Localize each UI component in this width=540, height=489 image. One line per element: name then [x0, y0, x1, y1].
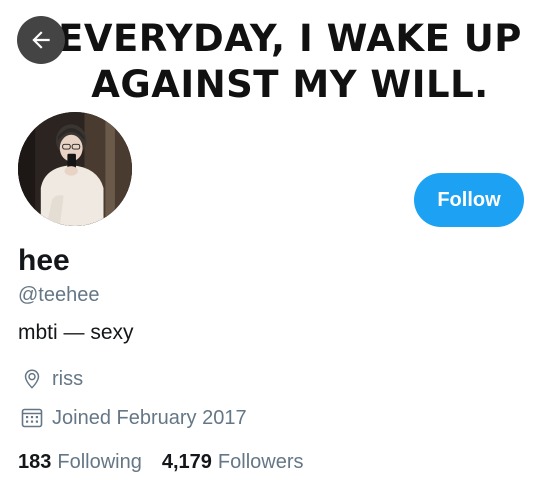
stats-row: 183 Following 4,179 Followers [18, 449, 324, 475]
avatar[interactable] [14, 108, 136, 230]
profile-handle: @teehee [18, 284, 100, 306]
following-link[interactable]: 183 Following [18, 451, 142, 474]
calendar-icon [21, 408, 43, 428]
joined-row: Joined February 2017 [20, 405, 247, 431]
followers-count: 4,179 [161, 450, 212, 473]
joined-text: Joined February 2017 [52, 406, 247, 429]
location-text: riss [52, 367, 84, 390]
display-name: hee [18, 244, 70, 277]
followers-link[interactable]: 4,179 Followers [162, 451, 304, 474]
follow-button[interactable]: Follow [414, 173, 524, 227]
location-pin-icon [24, 369, 40, 389]
followers-label: Followers [217, 450, 304, 473]
header-banner: EVERYDAY, I WAKE UP AGAINST MY WILL. [0, 0, 540, 112]
following-count: 183 [18, 450, 52, 473]
banner-text: EVERYDAY, I WAKE UP AGAINST MY WILL. [58, 17, 522, 106]
back-button[interactable] [17, 16, 65, 64]
avatar-photo [18, 112, 132, 226]
profile-bio: mbti — sexy [18, 321, 134, 344]
following-label: Following [57, 450, 142, 473]
arrow-left-icon [32, 31, 50, 49]
location-row: riss [20, 366, 83, 392]
